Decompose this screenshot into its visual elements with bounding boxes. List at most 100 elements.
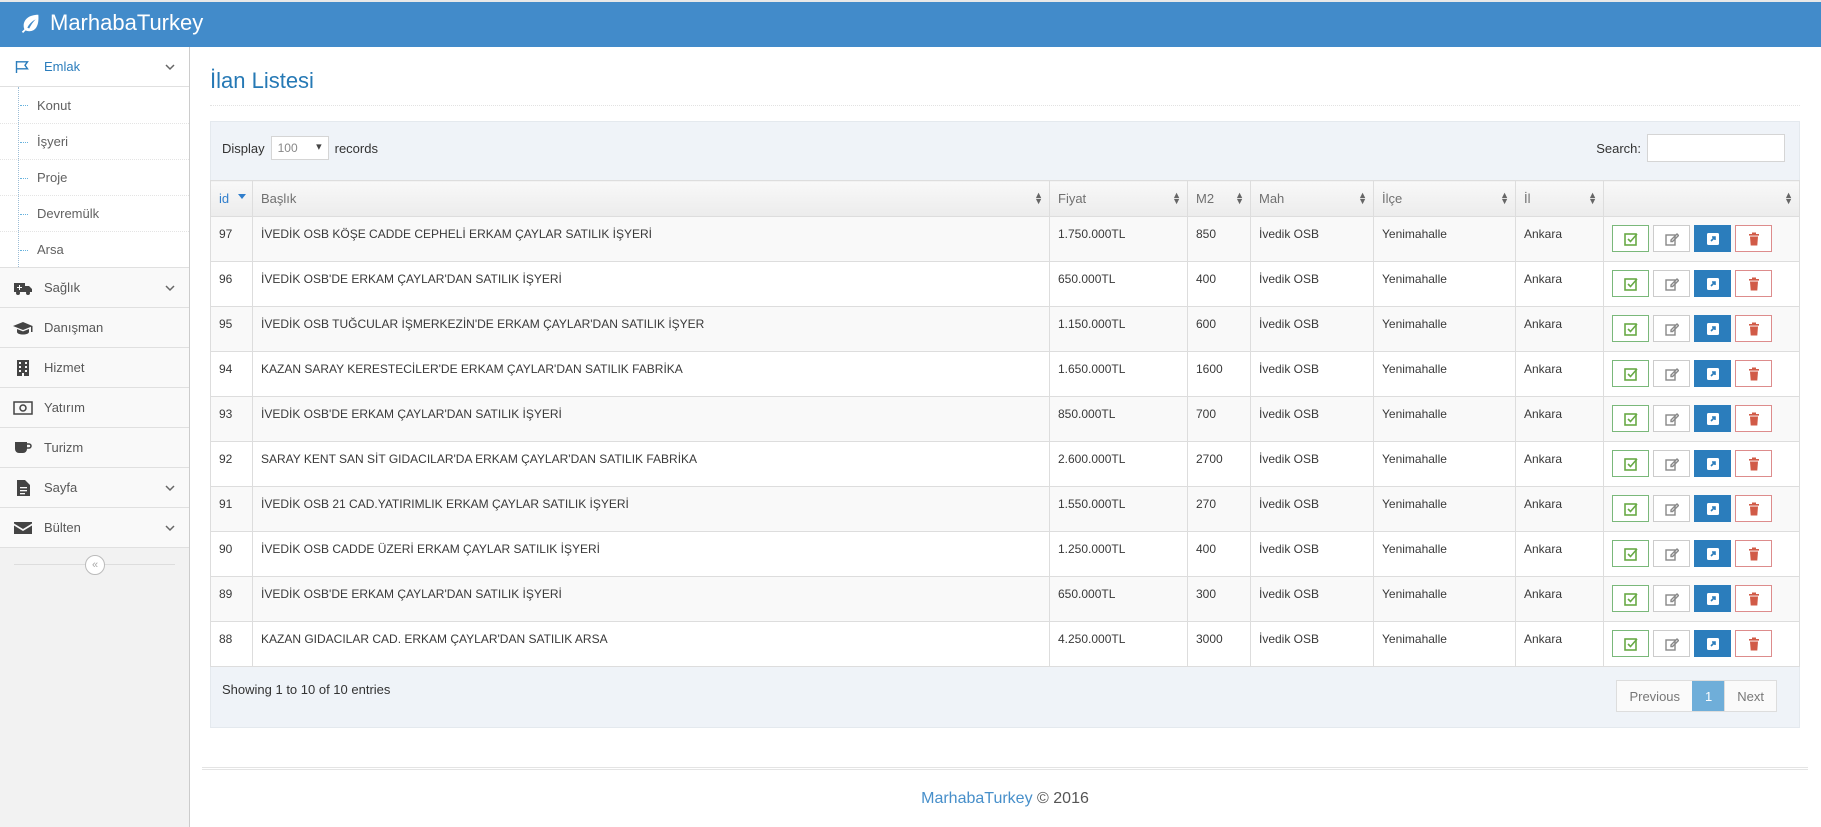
approve-button[interactable] bbox=[1612, 315, 1649, 342]
edit-button[interactable] bbox=[1653, 315, 1690, 342]
open-button[interactable] bbox=[1694, 495, 1731, 522]
submenu-item-isyeri[interactable]: İşyeri bbox=[0, 123, 189, 159]
table-controls: Display 100 records Search: bbox=[211, 122, 1799, 180]
delete-button[interactable] bbox=[1735, 630, 1772, 657]
edit-button[interactable] bbox=[1653, 540, 1690, 567]
open-button[interactable] bbox=[1694, 360, 1731, 387]
column-header-id[interactable]: id bbox=[210, 180, 253, 217]
sidebar-item-turizm[interactable]: Turizm bbox=[0, 428, 189, 468]
cell-m2: 850 bbox=[1187, 216, 1251, 262]
open-button[interactable] bbox=[1694, 315, 1731, 342]
records-per-page-select[interactable]: 100 bbox=[270, 136, 329, 160]
approve-button[interactable] bbox=[1612, 585, 1649, 612]
submenu-item-devremulk[interactable]: Devremülk bbox=[0, 195, 189, 231]
delete-button[interactable] bbox=[1735, 585, 1772, 612]
approve-button[interactable] bbox=[1612, 630, 1649, 657]
sidebar-collapse-button[interactable]: « bbox=[85, 555, 105, 575]
external-link-icon bbox=[1706, 367, 1720, 381]
approve-button[interactable] bbox=[1612, 450, 1649, 477]
check-square-icon bbox=[1623, 457, 1638, 471]
delete-button[interactable] bbox=[1735, 495, 1772, 522]
submenu-item-arsa[interactable]: Arsa bbox=[0, 231, 189, 267]
cell-m2: 1600 bbox=[1187, 351, 1251, 397]
sidebar-item-label: Sağlık bbox=[44, 280, 81, 295]
column-header-ilce[interactable]: İlçe ▲ ▼ bbox=[1373, 180, 1516, 217]
delete-button[interactable] bbox=[1735, 540, 1772, 567]
column-header-m2[interactable]: M2 ▲ ▼ bbox=[1187, 180, 1251, 217]
approve-button[interactable] bbox=[1612, 405, 1649, 432]
open-button[interactable] bbox=[1694, 540, 1731, 567]
column-header-price[interactable]: Fiyat ▲ ▼ bbox=[1049, 180, 1188, 217]
search-input[interactable] bbox=[1647, 134, 1785, 162]
delete-button[interactable] bbox=[1735, 450, 1772, 477]
edit-icon bbox=[1664, 322, 1679, 336]
edit-button[interactable] bbox=[1653, 495, 1690, 522]
pagination-previous[interactable]: Previous bbox=[1617, 681, 1693, 711]
trash-icon bbox=[1747, 232, 1761, 246]
cell-title: İVEDİK OSB KÖŞE CADDE CEPHELİ ERKAM ÇAYL… bbox=[252, 216, 1050, 262]
table-row: 89 İVEDİK OSB'DE ERKAM ÇAYLAR'DAN SATILIK… bbox=[210, 576, 1800, 622]
approve-button[interactable] bbox=[1612, 270, 1649, 297]
sidebar-item-hizmet[interactable]: Hizmet bbox=[0, 348, 189, 388]
delete-button[interactable] bbox=[1735, 315, 1772, 342]
edit-button[interactable] bbox=[1653, 270, 1690, 297]
cell-m2: 700 bbox=[1187, 396, 1251, 442]
chevron-down-icon[interactable] bbox=[163, 60, 177, 74]
delete-button[interactable] bbox=[1735, 405, 1772, 432]
row-actions bbox=[1612, 225, 1791, 252]
edit-button[interactable] bbox=[1653, 405, 1690, 432]
column-header-mah[interactable]: Mah ▲ ▼ bbox=[1250, 180, 1374, 217]
edit-button[interactable] bbox=[1653, 630, 1690, 657]
open-button[interactable] bbox=[1694, 270, 1731, 297]
edit-button[interactable] bbox=[1653, 450, 1690, 477]
open-button[interactable] bbox=[1694, 405, 1731, 432]
chevron-down-icon[interactable] bbox=[163, 521, 177, 535]
edit-button[interactable] bbox=[1653, 225, 1690, 252]
delete-button[interactable] bbox=[1735, 360, 1772, 387]
external-link-icon bbox=[1706, 592, 1720, 606]
brand-name: MarhabaTurkey bbox=[50, 10, 204, 35]
external-link-icon bbox=[1706, 457, 1720, 471]
approve-button[interactable] bbox=[1612, 540, 1649, 567]
delete-button[interactable] bbox=[1735, 270, 1772, 297]
table-body: 97 İVEDİK OSB KÖŞE CADDE CEPHELİ ERKAM ÇA… bbox=[210, 216, 1800, 667]
trash-icon bbox=[1747, 502, 1761, 516]
submenu-item-konut[interactable]: Konut bbox=[0, 87, 189, 123]
check-square-icon bbox=[1623, 322, 1638, 336]
sidebar-item-yatirim[interactable]: Yatırım bbox=[0, 388, 189, 428]
approve-button[interactable] bbox=[1612, 360, 1649, 387]
sidebar-item-danisman[interactable]: Danışman bbox=[0, 308, 189, 348]
column-header-il[interactable]: İl ▲ ▼ bbox=[1515, 180, 1604, 217]
pagination-page-1[interactable]: 1 bbox=[1692, 681, 1725, 711]
external-link-icon bbox=[1706, 547, 1720, 561]
delete-button[interactable] bbox=[1735, 225, 1772, 252]
chevron-down-icon[interactable] bbox=[163, 481, 177, 495]
edit-button[interactable] bbox=[1653, 585, 1690, 612]
brand-link[interactable]: MarhabaTurkey bbox=[20, 10, 203, 36]
pagination-next[interactable]: Next bbox=[1724, 681, 1776, 711]
cell-mah: İvedik OSB bbox=[1250, 621, 1374, 667]
open-button[interactable] bbox=[1694, 450, 1731, 477]
edit-icon bbox=[1664, 232, 1679, 246]
edit-icon bbox=[1664, 412, 1679, 426]
table-row: 94 KAZAN SARAY KERESTECİLER'DE ERKAM ÇAYL… bbox=[210, 351, 1800, 397]
sidebar-item-sayfa[interactable]: Sayfa bbox=[0, 468, 189, 508]
sidebar-item-bulten[interactable]: Bülten bbox=[0, 508, 189, 548]
approve-button[interactable] bbox=[1612, 225, 1649, 252]
edit-button[interactable] bbox=[1653, 360, 1690, 387]
approve-button[interactable] bbox=[1612, 495, 1649, 522]
open-button[interactable] bbox=[1694, 225, 1731, 252]
money-icon bbox=[12, 399, 34, 417]
trash-icon bbox=[1747, 457, 1761, 471]
file-icon bbox=[12, 479, 34, 497]
column-header-title[interactable]: Başlık ▲ ▼ bbox=[252, 180, 1050, 217]
table-row: 91 İVEDİK OSB 21 CAD.YATIRIMLIK ERKAM ÇAY… bbox=[210, 486, 1800, 532]
open-button[interactable] bbox=[1694, 585, 1731, 612]
open-button[interactable] bbox=[1694, 630, 1731, 657]
check-square-icon bbox=[1623, 277, 1638, 291]
column-header-actions[interactable]: ▲ ▼ bbox=[1603, 180, 1800, 217]
chevron-down-icon[interactable] bbox=[163, 281, 177, 295]
sidebar-item-saglik[interactable]: Sağlık bbox=[0, 268, 189, 308]
sidebar-item-emlak[interactable]: Emlak bbox=[0, 47, 189, 87]
submenu-item-proje[interactable]: Proje bbox=[0, 159, 189, 195]
